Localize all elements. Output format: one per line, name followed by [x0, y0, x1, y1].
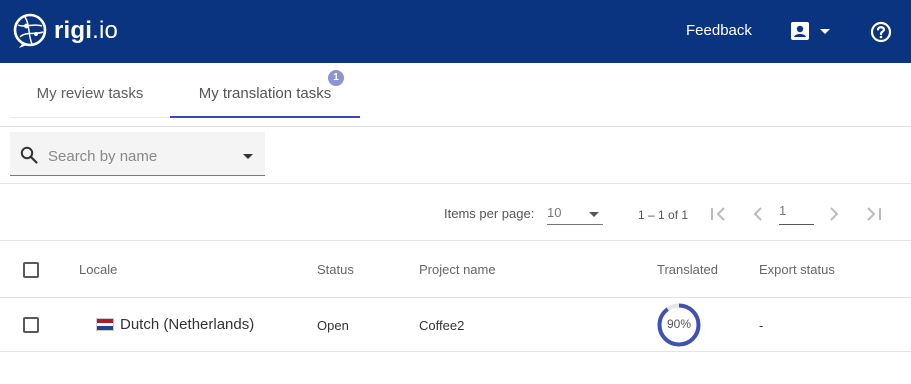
search-row: Search by name — [0, 127, 911, 184]
next-page-icon[interactable] — [827, 206, 841, 222]
column-header-export-status[interactable]: Export status — [759, 262, 835, 277]
range-label: 1 – 1 of 1 — [638, 208, 689, 222]
page-number-input[interactable]: 1 — [779, 203, 814, 225]
chevron-down-icon — [820, 29, 830, 34]
help-button[interactable] — [870, 21, 892, 48]
items-per-page-value: 10 — [547, 205, 562, 220]
dropdown-caret-icon[interactable] — [242, 153, 254, 161]
column-header-project-name[interactable]: Project name — [419, 262, 496, 277]
feedback-link[interactable]: Feedback — [686, 22, 752, 39]
logo[interactable]: rigi.io — [12, 13, 118, 49]
column-header-locale[interactable]: Locale — [79, 262, 117, 277]
translated-progress: 90% — [656, 302, 702, 348]
search-input[interactable]: Search by name — [10, 132, 265, 176]
logo-text: rigi.io — [54, 17, 119, 44]
account-menu-button[interactable] — [790, 21, 834, 41]
task-tabs: My review tasks My translation tasks 1 — [0, 63, 911, 127]
tab-my-review-tasks[interactable]: My review tasks — [10, 63, 170, 118]
table-row[interactable]: Dutch (Netherlands) Open Coffee2 90% - — [0, 298, 911, 352]
search-placeholder: Search by name — [48, 148, 158, 165]
items-per-page-select[interactable]: 10 — [547, 204, 603, 225]
locale-cell: Dutch (Netherlands) — [96, 316, 254, 333]
status-cell: Open — [317, 318, 349, 333]
help-icon — [870, 21, 892, 43]
export-status-cell: - — [759, 318, 764, 333]
project-name-cell: Coffee2 — [419, 318, 465, 333]
select-all-checkbox[interactable] — [23, 262, 39, 278]
top-app-bar: rigi.io Feedback — [0, 0, 911, 63]
search-icon — [20, 146, 38, 164]
translation-tasks-count-badge: 1 — [328, 70, 344, 86]
chevron-down-icon — [589, 212, 599, 217]
column-header-translated[interactable]: Translated — [657, 262, 718, 277]
table-header: Locale Status Project name Translated Ex… — [0, 241, 911, 298]
previous-page-icon[interactable] — [751, 206, 765, 222]
rigi-logo-icon — [13, 13, 47, 48]
first-page-icon[interactable] — [709, 206, 727, 222]
locale-name: Dutch (Netherlands) — [120, 316, 255, 333]
app-page: rigi.io Feedback My review tasks My tran… — [0, 0, 911, 384]
paginator: Items per page: 10 1 – 1 of 1 1 — [0, 184, 911, 241]
netherlands-flag-icon — [96, 318, 114, 331]
translated-percent-label: 90% — [666, 317, 692, 331]
last-page-icon[interactable] — [865, 206, 883, 222]
column-header-status[interactable]: Status — [317, 262, 354, 277]
items-per-page-label: Items per page: — [444, 206, 535, 221]
row-checkbox[interactable] — [23, 317, 39, 333]
account-box-icon — [791, 22, 809, 40]
